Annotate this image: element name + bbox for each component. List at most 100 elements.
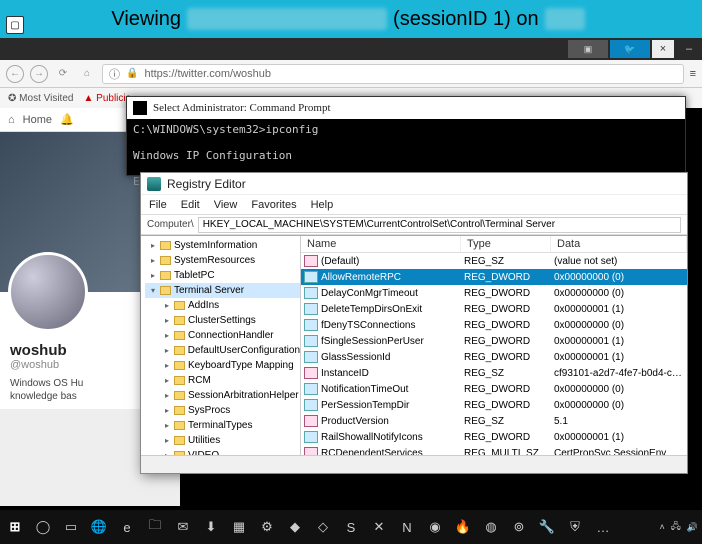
url-bar[interactable]: ⓘ 🔒 https://twitter.com/woshub [102, 64, 684, 84]
value-persessiontempdir[interactable]: PerSessionTempDirREG_DWORD0x00000000 (0) [301, 397, 687, 413]
twitter-notif-icon[interactable]: 🔔 [60, 113, 74, 126]
taskbar-search-icon[interactable]: ◯ [32, 516, 54, 538]
value--default-[interactable]: (Default)REG_SZ(value not set) [301, 253, 687, 269]
cmd-icon [133, 101, 147, 115]
taskbar-shield-icon[interactable]: ⛨ [564, 516, 586, 538]
tree-addins[interactable]: ▸AddIns [145, 298, 300, 313]
tree-defaultuserconfiguration[interactable]: ▸DefaultUserConfiguration [145, 343, 300, 358]
browser-tab-new[interactable]: × [652, 40, 674, 58]
tree-sessionarbitrationhelper[interactable]: ▸SessionArbitrationHelper [145, 388, 300, 403]
publicio-bookmark[interactable]: ▲ Publicio [83, 93, 131, 104]
col-type[interactable]: Type [461, 236, 551, 252]
browser-minimize[interactable]: – [676, 43, 702, 55]
dword-icon [304, 271, 318, 283]
value-fsinglesessionperuser[interactable]: fSingleSessionPerUserREG_DWORD0x00000001… [301, 333, 687, 349]
taskbar-win-icon[interactable]: ⊞ [4, 516, 26, 538]
taskbar-photos-icon[interactable]: ▦ [228, 516, 250, 538]
value-notificationtimeout[interactable]: NotificationTimeOutREG_DWORD0x00000000 (… [301, 381, 687, 397]
tree-utilities[interactable]: ▸Utilities [145, 433, 300, 448]
tree-rcm[interactable]: ▸RCM [145, 373, 300, 388]
dword-icon [304, 351, 318, 363]
value-rcdependentservices[interactable]: RCDependentServicesREG_MULTI_SZCertPropS… [301, 445, 687, 455]
regedit-icon [147, 177, 161, 191]
tree-video[interactable]: ▸VIDEO [145, 448, 300, 455]
regedit-statusbar [141, 455, 687, 473]
menu-favorites[interactable]: Favorites [251, 199, 296, 211]
tree-systeminformation[interactable]: ▸SystemInformation [145, 238, 300, 253]
session-text-2: (sessionID 1) on [393, 8, 539, 31]
regedit-values[interactable]: Name Type Data (Default)REG_SZ(value not… [301, 236, 687, 455]
taskbar-chrome-icon[interactable]: ◍ [480, 516, 502, 538]
taskbar-globe-icon[interactable]: 🌐 [88, 516, 110, 538]
twitter-home-icon[interactable]: ⌂ [8, 114, 15, 126]
tree-connectionhandler[interactable]: ▸ConnectionHandler [145, 328, 300, 343]
taskbar-misc-icon[interactable]: … [592, 516, 614, 538]
value-allowremoterpc[interactable]: AllowRemoteRPCREG_DWORD0x00000000 (0) [301, 269, 687, 285]
browser-tabstrip: ▣ 🐦 × – [0, 38, 702, 60]
menu-edit[interactable]: Edit [181, 199, 200, 211]
taskbar-tool-icon[interactable]: 🔧 [536, 516, 558, 538]
tree-clustersettings[interactable]: ▸ClusterSettings [145, 313, 300, 328]
taskbar-disc-icon[interactable]: ⊚ [508, 516, 530, 538]
regedit-window[interactable]: Registry Editor File Edit View Favorites Hel… [140, 172, 688, 474]
value-railshowallnotifyicons[interactable]: RailShowallNotifyIconsREG_DWORD0x0000000… [301, 429, 687, 445]
tree-terminaltypes[interactable]: ▸TerminalTypes [145, 418, 300, 433]
taskbar-skype-icon[interactable]: S [340, 516, 362, 538]
value-glasssessionid[interactable]: GlassSessionIdREG_DWORD0x00000001 (1) [301, 349, 687, 365]
browser-tab-twitter[interactable]: 🐦 [610, 40, 650, 58]
regedit-titlebar[interactable]: Registry Editor [141, 173, 687, 195]
tree-tabletpc[interactable]: ▸TabletPC [145, 268, 300, 283]
tree-systemresources[interactable]: ▸SystemResources [145, 253, 300, 268]
home-button[interactable]: ⌂ [78, 65, 96, 83]
col-data[interactable]: Data [551, 236, 687, 252]
taskbar-settings-icon[interactable]: ⚙ [256, 516, 278, 538]
taskbar-mail-icon[interactable]: ✉ [172, 516, 194, 538]
browser-menu-button[interactable]: ≡ [690, 68, 696, 80]
taskbar-store-icon[interactable]: ⬇ [200, 516, 222, 538]
taskbar-steam-icon[interactable]: ◉ [424, 516, 446, 538]
browser-toolbar: ← → ⟳ ⌂ ⓘ 🔒 https://twitter.com/woshub ≡ [0, 60, 702, 88]
taskbar-xbox-icon[interactable]: ✕ [368, 516, 390, 538]
regedit-path-input[interactable] [198, 217, 681, 233]
col-name[interactable]: Name [301, 236, 461, 252]
taskbar-task-icon[interactable]: ▭ [60, 516, 82, 538]
taskbar-that-icon[interactable]: ◇ [312, 516, 334, 538]
browser-tab-1[interactable]: ▣ [568, 40, 608, 58]
forward-button[interactable]: → [30, 65, 48, 83]
tray-vol-icon[interactable]: 🔊 [687, 522, 698, 533]
back-button[interactable]: ← [6, 65, 24, 83]
reload-button[interactable]: ⟳ [54, 65, 72, 83]
twitter-home-label[interactable]: Home [23, 114, 52, 126]
taskbar-onenote-icon[interactable]: N [396, 516, 418, 538]
taskbar-edge-icon[interactable]: e [116, 516, 138, 538]
value-deletetempdirsonexit[interactable]: DeleteTempDirsOnExitREG_DWORD0x00000001 … [301, 301, 687, 317]
taskbar-folder-icon[interactable]: 🗀 [144, 516, 166, 538]
tree-terminal-server[interactable]: ▾Terminal Server [145, 283, 300, 298]
site-info-icon[interactable]: ⓘ [109, 66, 120, 82]
most-visited-bookmark[interactable]: ✪ Most Visited [8, 93, 73, 104]
regedit-tree[interactable]: ▸SystemInformation▸SystemResources▸Table… [141, 236, 301, 455]
string-icon [304, 447, 318, 455]
tray-net-icon[interactable]: 🖧 [671, 519, 681, 535]
cmd-window[interactable]: Select Administrator: Command Prompt C:\… [126, 96, 686, 176]
tree-keyboardtype-mapping[interactable]: ▸KeyboardType Mapping [145, 358, 300, 373]
regedit-columns[interactable]: Name Type Data [301, 236, 687, 253]
string-icon [304, 367, 318, 379]
regedit-menubar: File Edit View Favorites Help [141, 195, 687, 215]
menu-file[interactable]: File [149, 199, 167, 211]
tree-sysprocs[interactable]: ▸SysProcs [145, 403, 300, 418]
system-tray[interactable]: ˄ 🖧 🔊 [659, 519, 698, 535]
value-delayconmgrtimeout[interactable]: DelayConMgrTimeoutREG_DWORD0x00000000 (0… [301, 285, 687, 301]
value-fdenytsconnections[interactable]: fDenyTSConnectionsREG_DWORD0x00000000 (0… [301, 317, 687, 333]
menu-help[interactable]: Help [311, 199, 334, 211]
value-instanceid[interactable]: InstanceIDREG_SZcf93101-a2d7-4fe7-b0d4-c… [301, 365, 687, 381]
value-productversion[interactable]: ProductVersionREG_SZ5.1 [301, 413, 687, 429]
menu-view[interactable]: View [214, 199, 238, 211]
blurred-host [545, 8, 585, 30]
avatar[interactable] [8, 252, 88, 332]
taskbar-ff-icon[interactable]: 🔥 [452, 516, 474, 538]
dword-icon [304, 303, 318, 315]
taskbar-this-icon[interactable]: ◆ [284, 516, 306, 538]
tray-up-icon[interactable]: ˄ [659, 522, 664, 532]
cmd-titlebar[interactable]: Select Administrator: Command Prompt [127, 97, 685, 119]
